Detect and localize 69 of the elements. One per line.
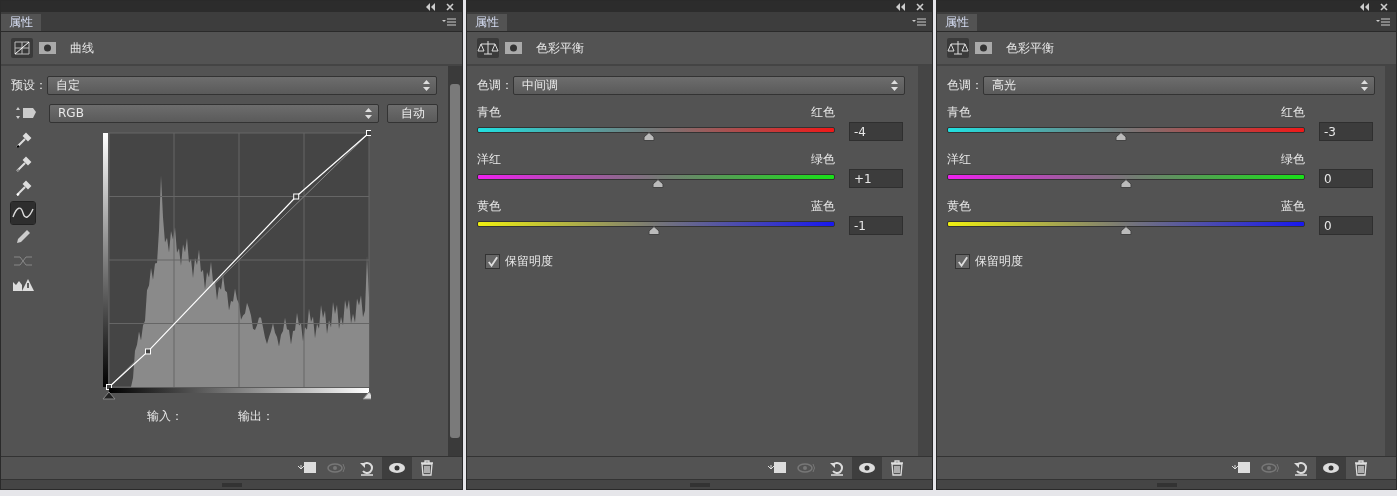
checkbox-label[interactable]: 保留明度 <box>975 253 1023 270</box>
curve-tool-icon[interactable] <box>11 202 35 224</box>
panel-menu-icon[interactable] <box>1376 18 1390 27</box>
color-slider[interactable] <box>947 174 1305 190</box>
curve-point[interactable] <box>366 130 371 136</box>
shadow-point-handle[interactable] <box>102 391 116 400</box>
panel-title: 曲线 <box>70 39 94 57</box>
mask-icon[interactable] <box>975 42 992 54</box>
curves-icon[interactable] <box>11 38 33 58</box>
properties-tab[interactable]: 属性 <box>467 14 507 31</box>
color-slider[interactable] <box>477 221 835 237</box>
slider-left-label: 黄色 <box>477 198 501 215</box>
value-field[interactable]: -1 <box>849 216 903 235</box>
slider-right-label: 红色 <box>1281 104 1305 121</box>
slider-left-label: 青色 <box>947 104 971 121</box>
slider-right-label: 蓝色 <box>1281 198 1305 215</box>
value-field[interactable]: -3 <box>1319 122 1373 141</box>
properties-tab[interactable]: 属性 <box>1 14 41 31</box>
slider-left-label: 青色 <box>477 104 501 121</box>
properties-tab[interactable]: 属性 <box>937 14 977 31</box>
value-field[interactable]: -4 <box>849 122 903 141</box>
balance-scale-icon[interactable] <box>477 38 499 58</box>
visibility-icon[interactable] <box>852 457 882 479</box>
curve-point[interactable] <box>293 193 300 200</box>
mask-icon[interactable] <box>505 42 522 54</box>
color-slider[interactable] <box>477 174 835 190</box>
close-icon[interactable] <box>1380 2 1388 11</box>
preset-dropdown[interactable]: 自定 <box>47 75 437 95</box>
mask-icon[interactable] <box>39 42 56 54</box>
channel-dropdown[interactable]: RGB <box>49 103 379 123</box>
scrollbar[interactable] <box>918 66 932 456</box>
slider-right-label: 蓝色 <box>811 198 835 215</box>
tone-dropdown[interactable]: 中间调 <box>513 75 905 95</box>
curve-point[interactable] <box>145 348 151 355</box>
slider-right-label: 绿色 <box>811 151 835 168</box>
close-icon[interactable] <box>446 2 454 11</box>
input-label: 输入： <box>147 408 183 425</box>
visibility-icon[interactable] <box>1316 457 1346 479</box>
value-field[interactable]: 0 <box>1319 216 1373 235</box>
panel-menu-icon[interactable] <box>442 18 456 27</box>
panel-title: 色彩平衡 <box>536 39 584 57</box>
slider-left-label: 洋红 <box>477 151 501 168</box>
color-slider[interactable] <box>947 127 1305 143</box>
panel-menu-icon[interactable] <box>912 18 926 27</box>
value-field[interactable]: +1 <box>849 169 903 188</box>
checkbox[interactable] <box>955 254 970 269</box>
close-icon[interactable] <box>916 2 924 11</box>
visibility-icon[interactable] <box>382 457 412 479</box>
slider-left-label: 黄色 <box>947 198 971 215</box>
dropdown-arrows-icon[interactable] <box>423 79 430 91</box>
dropdown-arrows-icon[interactable] <box>1361 79 1368 91</box>
output-label: 输出： <box>238 408 274 425</box>
highlight-point-handle[interactable] <box>362 391 371 400</box>
scrollbar[interactable] <box>448 66 462 456</box>
slider-right-label: 绿色 <box>1281 151 1305 168</box>
tone-dropdown[interactable]: 高光 <box>983 75 1375 95</box>
checkbox-label[interactable]: 保留明度 <box>505 253 553 270</box>
auto-button[interactable]: 自动 <box>387 103 438 123</box>
checkbox[interactable] <box>485 254 500 269</box>
scrollbar[interactable] <box>1385 66 1396 456</box>
color-slider[interactable] <box>477 127 835 143</box>
dropdown-arrows-icon[interactable] <box>365 107 372 119</box>
panel-title: 色彩平衡 <box>1006 39 1054 57</box>
dropdown-arrows-icon[interactable] <box>891 79 898 91</box>
slider-left-label: 洋红 <box>947 151 971 168</box>
balance-scale-icon[interactable] <box>947 38 969 58</box>
color-slider[interactable] <box>947 221 1305 237</box>
value-field[interactable]: 0 <box>1319 169 1373 188</box>
slider-right-label: 红色 <box>811 104 835 121</box>
